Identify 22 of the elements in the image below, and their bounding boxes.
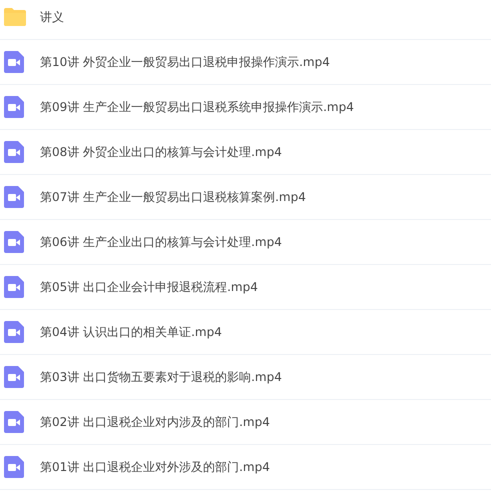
video-file-icon (4, 231, 24, 253)
video-file-icon (4, 456, 24, 478)
file-name[interactable]: 第10讲 外贸企业一般贸易出口退税申报操作演示.mp4 (40, 54, 330, 70)
folder-icon (4, 8, 26, 26)
video-file-icon (4, 411, 24, 433)
video-file-icon (4, 366, 24, 388)
file-name[interactable]: 第03讲 出口货物五要素对于退税的影响.mp4 (40, 368, 282, 386)
file-name[interactable]: 第01讲 出口退税企业对外涉及的部门.mp4 (40, 458, 270, 476)
video-file-icon (4, 141, 24, 163)
video-file-icon (4, 96, 24, 118)
file-name[interactable]: 第04讲 认识出口的相关单证.mp4 (40, 324, 222, 340)
file-name[interactable]: 第08讲 外贸企业出口的核算与会计处理.mp4 (40, 144, 282, 160)
video-file-icon (4, 276, 24, 298)
file-name[interactable]: 讲义 (40, 8, 64, 26)
file-name[interactable]: 第06讲 生产企业出口的核算与会计处理.mp4 (40, 234, 282, 250)
file-name[interactable]: 第09讲 生产企业一般贸易出口退税系统申报操作演示.mp4 (40, 98, 354, 116)
video-file-icon (4, 186, 24, 208)
file-name[interactable]: 第07讲 生产企业一般贸易出口退税核算案例.mp4 (40, 188, 306, 206)
file-name[interactable]: 第05讲 出口企业会计申报退税流程.mp4 (40, 278, 258, 296)
file-name[interactable]: 第02讲 出口退税企业对内涉及的部门.mp4 (40, 414, 270, 430)
video-file-icon (4, 321, 24, 343)
video-file-icon (4, 51, 24, 73)
